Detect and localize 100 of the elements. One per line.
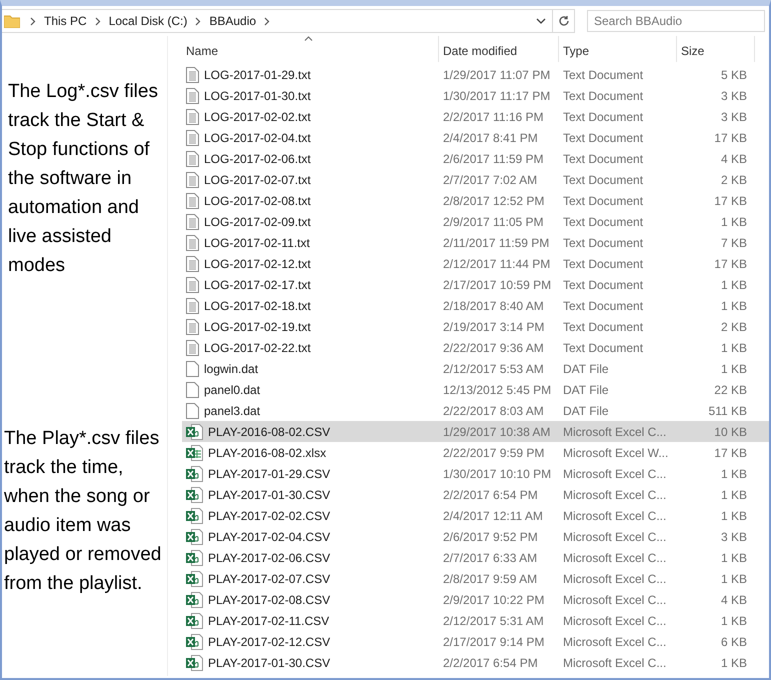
file-row[interactable]: PLAY-2017-02-11.CSV 2/12/2017 5:31 AM Microsoft Excel C... 1 KB — [182, 610, 769, 631]
file-name: LOG-2017-02-02.txt — [204, 110, 311, 124]
search-field[interactable]: Search BBAudio — [587, 10, 765, 32]
file-name: LOG-2017-02-06.txt — [204, 152, 311, 166]
file-name: PLAY-2016-08-02.CSV — [208, 424, 330, 438]
file-row[interactable]: PLAY-2017-02-08.CSV 2/9/2017 10:22 PM Microsoft Excel C... 4 KB — [182, 589, 769, 610]
file-row[interactable]: LOG-2017-02-22.txt 2/22/2017 9:36 AM Text Document 1 KB — [182, 337, 769, 358]
file-type: Text Document — [562, 236, 644, 250]
spreadsheet-csv-icon — [186, 570, 203, 586]
file-row[interactable]: LOG-2017-02-11.txt 2/11/2017 11:59 PM Text Document 7 KB — [182, 232, 769, 253]
date-modified: 2/2/2017 6:54 PM — [442, 656, 539, 670]
text-file-icon — [186, 298, 199, 314]
file-type: Text Document — [562, 172, 644, 186]
file-row[interactable]: PLAY-2017-01-30.CSV 2/2/2017 6:54 PM Microsoft Excel C... 1 KB — [182, 652, 769, 673]
date-modified: 1/30/2017 10:10 PM — [442, 466, 552, 480]
spreadsheet-csv-icon — [186, 424, 203, 440]
file-type: Text Document — [562, 278, 644, 292]
text-file-icon — [186, 340, 199, 356]
address-bar[interactable]: This PC Local Disk (C:) BBAudio — [2, 9, 553, 33]
file-row[interactable]: LOG-2017-02-06.txt 2/6/2017 11:59 PM Text Document 4 KB — [182, 148, 769, 169]
file-name: LOG-2017-02-07.txt — [204, 172, 311, 186]
blank-file-icon — [186, 360, 199, 376]
spreadsheet-csv-icon — [186, 486, 203, 502]
file-size: 1 KB — [720, 614, 748, 628]
file-row[interactable]: LOG-2017-01-30.txt 1/30/2017 11:17 PM Text Document 3 KB — [182, 85, 769, 106]
file-name: PLAY-2017-01-30.CSV — [208, 488, 330, 502]
spreadsheet-csv-icon — [186, 612, 203, 628]
file-row[interactable]: PLAY-2016-08-02.CSV 1/29/2017 10:38 AM Microsoft Excel C... 10 KB — [182, 421, 769, 442]
date-modified: 2/7/2017 7:02 AM — [442, 172, 538, 186]
file-type: Text Document — [562, 152, 644, 166]
file-row[interactable]: LOG-2017-02-08.txt 2/8/2017 12:52 PM Text Document 17 KB — [182, 190, 769, 211]
file-name: PLAY-2017-02-06.CSV — [208, 550, 330, 564]
file-name: LOG-2017-02-18.txt — [204, 298, 311, 312]
column-header[interactable]: Type — [559, 36, 677, 62]
file-row[interactable]: LOG-2017-02-07.txt 2/7/2017 7:02 AM Text Document 2 KB — [182, 169, 769, 190]
file-type: DAT File — [562, 382, 610, 396]
file-name: panel3.dat — [204, 404, 260, 418]
file-row[interactable]: PLAY-2017-01-30.CSV 2/2/2017 6:54 PM Microsoft Excel C... 1 KB — [182, 484, 769, 505]
column-header[interactable]: Date modified — [439, 36, 559, 62]
chevron-icon — [94, 16, 101, 26]
date-modified: 2/17/2017 9:14 PM — [442, 634, 546, 648]
spreadsheet-csv-icon — [186, 508, 203, 524]
file-row[interactable]: PLAY-2016-08-02.xlsx 2/22/2017 9:59 PM Microsoft Excel W... 17 KB — [182, 442, 769, 463]
file-size: 17 KB — [713, 446, 748, 460]
column-header[interactable]: Name — [182, 36, 439, 62]
file-name: PLAY-2017-02-12.CSV — [208, 634, 330, 648]
file-row[interactable]: PLAY-2017-01-29.CSV 1/30/2017 10:10 PM Microsoft Excel C... 1 KB — [182, 463, 769, 484]
file-row[interactable]: PLAY-2017-02-06.CSV 2/7/2017 6:33 AM Microsoft Excel C... 1 KB — [182, 547, 769, 568]
date-modified: 2/2/2017 6:54 PM — [442, 488, 539, 502]
file-row[interactable]: panel3.dat 2/22/2017 8:03 AM DAT File 511 KB — [182, 400, 769, 421]
spreadsheet-csv-icon — [186, 654, 203, 670]
file-name: LOG-2017-02-12.txt — [204, 256, 311, 270]
file-row[interactable]: PLAY-2017-02-07.CSV 2/8/2017 9:59 AM Microsoft Excel C... 1 KB — [182, 568, 769, 589]
date-modified: 1/29/2017 10:38 AM — [442, 424, 552, 438]
file-size: 1 KB — [720, 466, 748, 480]
file-row[interactable]: PLAY-2017-02-12.CSV 2/17/2017 9:14 PM Microsoft Excel C... 6 KB — [182, 631, 769, 652]
date-modified: 1/29/2017 11:07 PM — [442, 68, 552, 82]
blank-file-icon — [186, 402, 199, 418]
file-row[interactable]: LOG-2017-02-12.txt 2/12/2017 11:44 PM Text Document 17 KB — [182, 253, 769, 274]
file-row[interactable]: LOG-2017-02-17.txt 2/17/2017 10:59 PM Text Document 1 KB — [182, 274, 769, 295]
date-modified: 2/22/2017 9:59 PM — [442, 446, 546, 460]
file-name: LOG-2017-02-22.txt — [204, 340, 311, 354]
file-row[interactable]: PLAY-2017-02-04.CSV 2/6/2017 9:52 PM Microsoft Excel C... 3 KB — [182, 526, 769, 547]
column-header[interactable]: Size — [677, 36, 755, 62]
chevron-icon — [264, 16, 270, 26]
file-size: 1 KB — [720, 488, 748, 502]
file-row[interactable]: LOG-2017-02-02.txt 2/2/2017 11:16 PM Text Document 3 KB — [182, 106, 769, 127]
file-name: LOG-2017-02-11.txt — [204, 236, 310, 250]
file-size: 4 KB — [720, 152, 748, 166]
date-modified: 2/22/2017 8:03 AM — [442, 404, 545, 418]
date-modified: 2/9/2017 11:05 PM — [442, 214, 545, 228]
file-name: LOG-2017-02-09.txt — [204, 214, 311, 228]
spreadsheet-csv-icon — [186, 528, 203, 544]
date-modified: 2/4/2017 8:41 PM — [442, 130, 539, 144]
file-row[interactable]: LOG-2017-02-19.txt 2/19/2017 3:14 PM Text Document 2 KB — [182, 316, 769, 337]
breadcrumb-item[interactable]: This PC — [44, 14, 87, 28]
refresh-button[interactable] — [553, 9, 575, 33]
file-row[interactable]: LOG-2017-02-04.txt 2/4/2017 8:41 PM Text Document 17 KB — [182, 127, 769, 148]
text-file-icon — [186, 172, 199, 188]
file-row[interactable]: PLAY-2017-02-02.CSV 2/4/2017 12:11 AM Microsoft Excel C... 1 KB — [182, 505, 769, 526]
file-row[interactable]: LOG-2017-01-29.txt 1/29/2017 11:07 PM Text Document 5 KB — [182, 64, 769, 85]
file-name: PLAY-2017-01-30.CSV — [208, 656, 330, 670]
file-row[interactable]: LOG-2017-02-18.txt 2/18/2017 8:40 AM Text Document 1 KB — [182, 295, 769, 316]
file-name: PLAY-2017-02-04.CSV — [208, 530, 330, 544]
file-type: Text Document — [562, 194, 644, 208]
file-size: 17 KB — [713, 130, 748, 144]
file-row[interactable]: panel0.dat 12/13/2012 5:45 PM DAT File 22 KB — [182, 379, 769, 400]
file-size: 2 KB — [720, 172, 748, 186]
date-modified: 2/6/2017 11:59 PM — [442, 152, 545, 166]
file-row[interactable]: logwin.dat 2/12/2017 5:53 AM DAT File 1 KB — [182, 358, 769, 379]
file-type: Microsoft Excel C... — [562, 572, 668, 586]
breadcrumb-item[interactable]: Local Disk (C:) — [108, 14, 188, 28]
file-size: 1 KB — [720, 362, 748, 376]
date-modified: 2/9/2017 10:22 PM — [442, 592, 546, 606]
breadcrumb-item[interactable]: BBAudio — [209, 14, 256, 28]
file-row[interactable]: LOG-2017-02-09.txt 2/9/2017 11:05 PM Text Document 1 KB — [182, 211, 769, 232]
dropdown-icon[interactable] — [536, 18, 546, 24]
file-type: Microsoft Excel C... — [562, 424, 668, 438]
text-file-icon — [186, 214, 199, 230]
file-size: 2 KB — [720, 320, 748, 334]
